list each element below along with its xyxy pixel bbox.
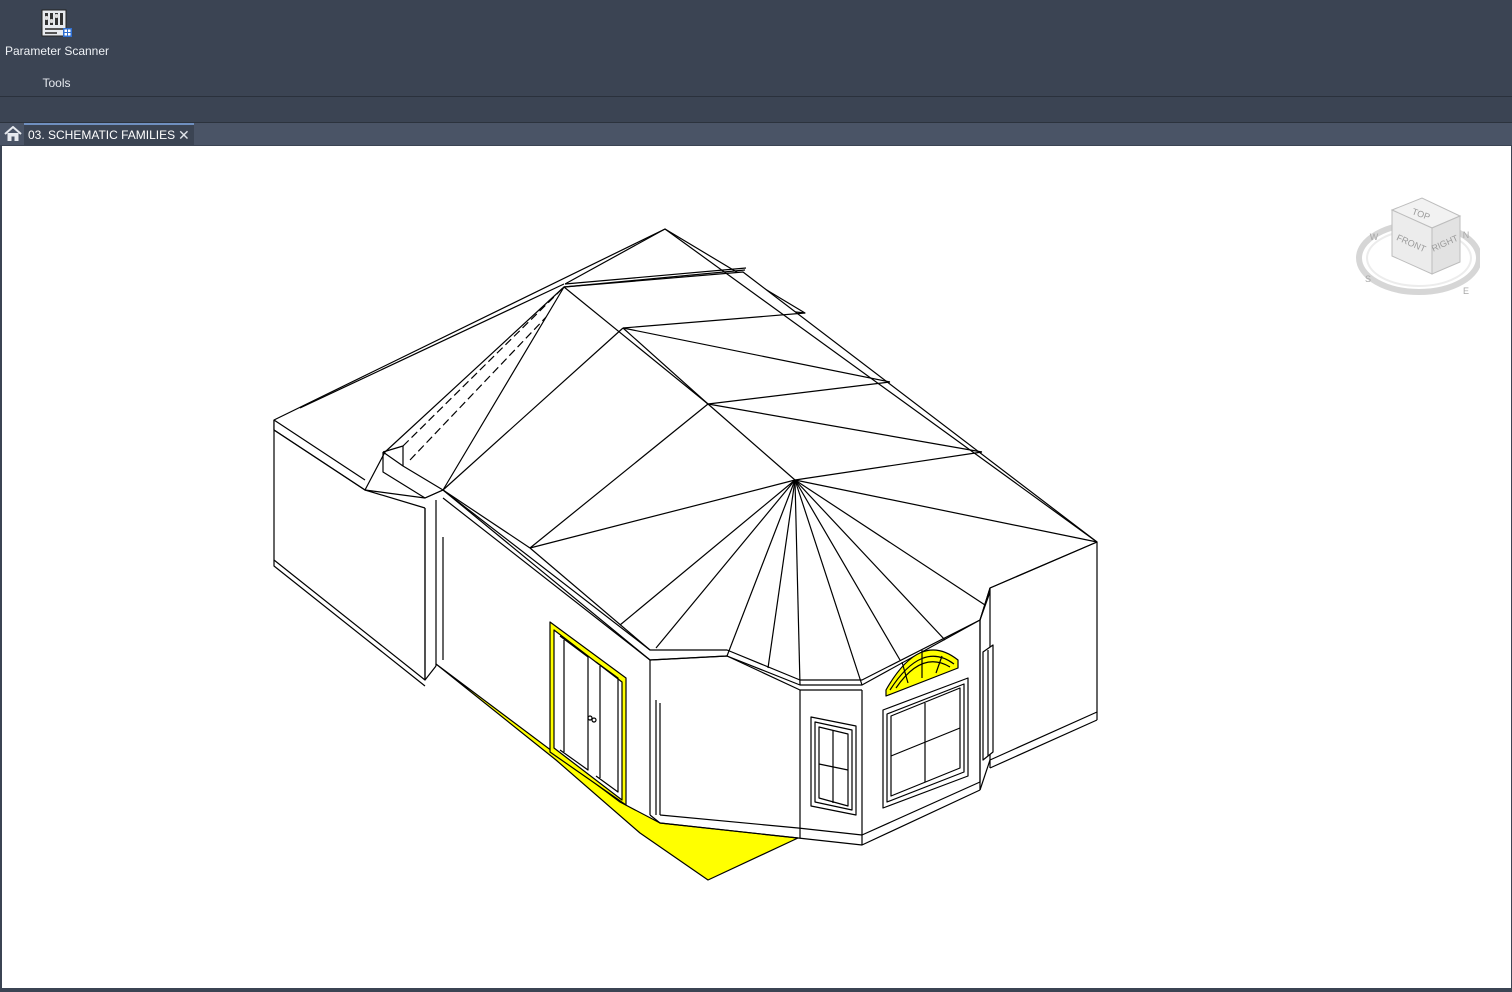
compass-w[interactable]: W: [1370, 232, 1379, 242]
compass-s[interactable]: S: [1365, 274, 1371, 284]
viewcube[interactable]: TOP FRONT RIGHT N E S W: [1354, 196, 1480, 308]
ribbon: Parameter Scanner Tools: [0, 0, 1512, 97]
view-tab-bar: 03. SCHEMATIC FAMILIES ✕: [0, 123, 1512, 145]
compass-n[interactable]: N: [1463, 230, 1470, 240]
tab-label: 03. SCHEMATIC FAMILIES: [28, 128, 176, 142]
parameter-scanner-label: Parameter Scanner: [4, 44, 110, 58]
parameter-scanner-button[interactable]: Parameter Scanner: [4, 4, 110, 60]
compass-e[interactable]: E: [1463, 286, 1469, 296]
parameter-scanner-icon: [41, 9, 72, 37]
view-control-bar: [0, 988, 1512, 992]
view-canvas[interactable]: TOP FRONT RIGHT N E S W: [2, 146, 1511, 988]
home-icon[interactable]: [4, 126, 22, 142]
tab-schematic-families[interactable]: 03. SCHEMATIC FAMILIES ✕: [24, 123, 194, 145]
ribbon-strip: [0, 97, 1512, 123]
house-3d-model[interactable]: [2, 146, 1511, 988]
panel-label-tools: Tools: [42, 76, 71, 90]
close-icon[interactable]: ✕: [178, 128, 190, 142]
